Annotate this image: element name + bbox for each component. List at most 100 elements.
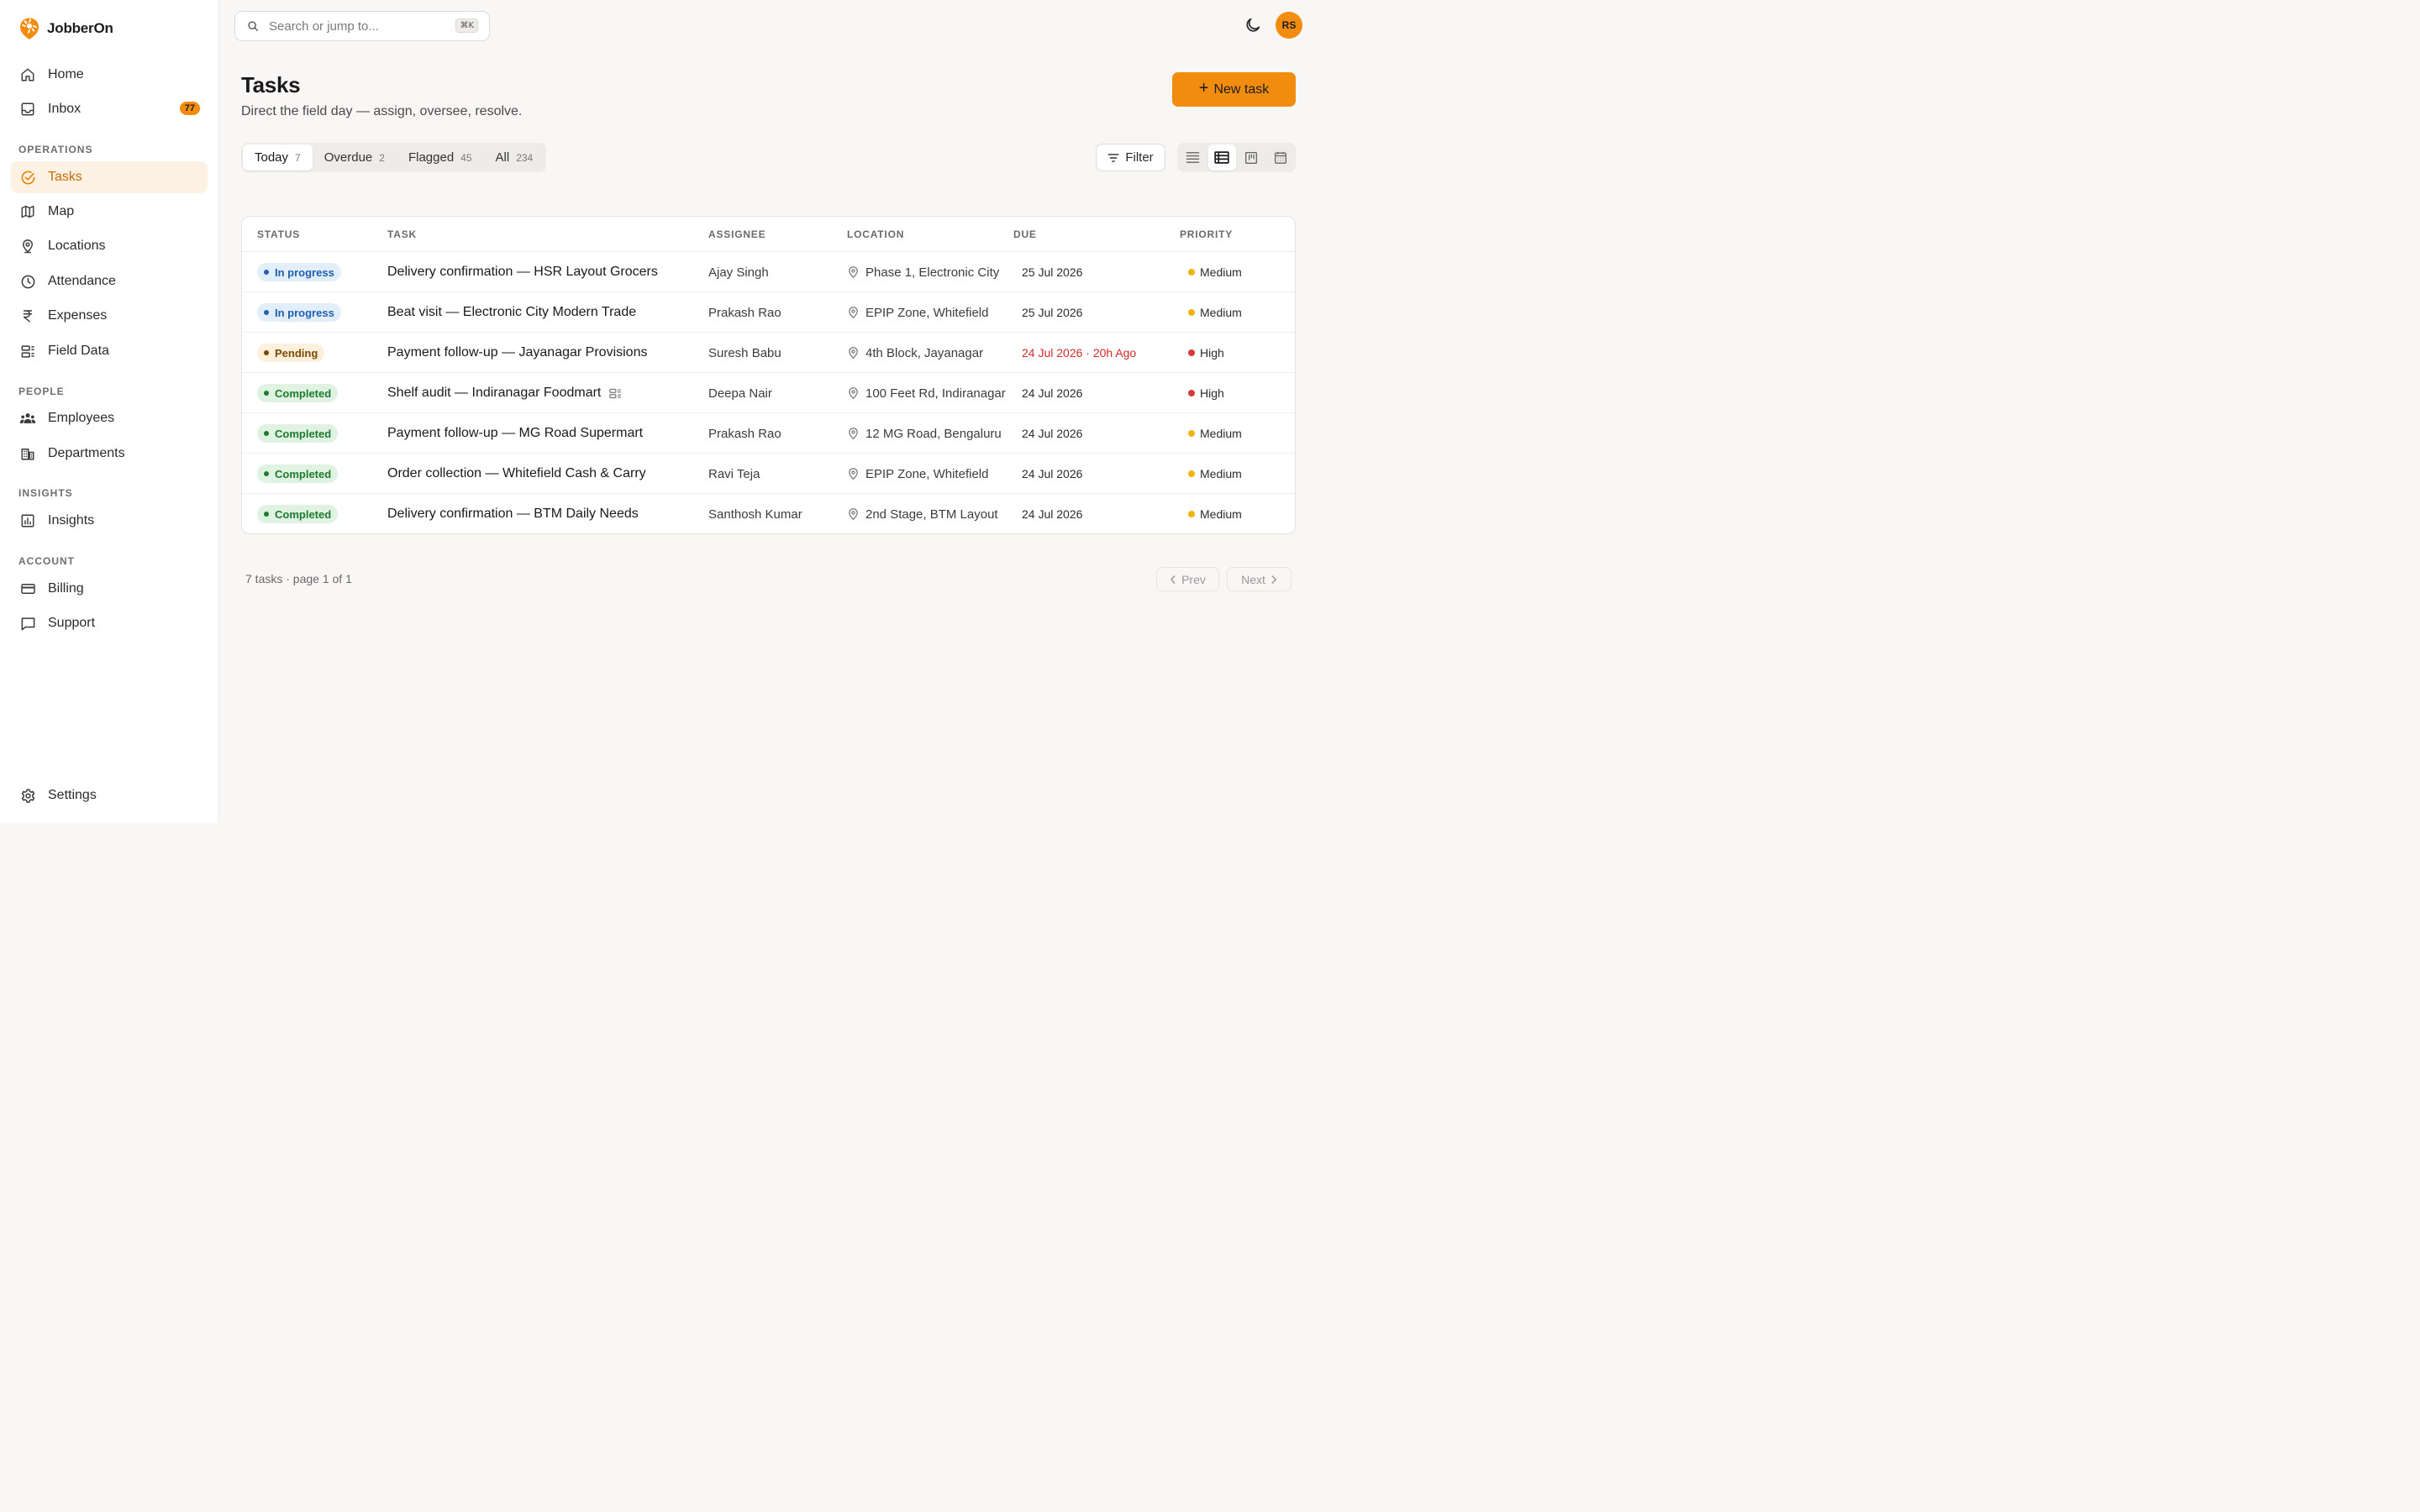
location-cell: EPIP Zone, Whitefield xyxy=(847,292,988,333)
tab-all[interactable]: All 234 xyxy=(484,144,545,171)
page-subtitle: Direct the field day — assign, oversee, … xyxy=(241,104,523,118)
priority-dot xyxy=(1188,511,1195,517)
tab-overdue[interactable]: Overdue 2 xyxy=(313,144,397,171)
map-icon xyxy=(19,203,36,220)
priority-cell: Medium xyxy=(1188,292,1242,333)
location-text: 12 MG Road, Bengaluru xyxy=(865,426,1002,441)
due-cell: 24 Jul 2026 · 20h Ago xyxy=(1022,333,1136,373)
priority-dot xyxy=(1188,430,1195,437)
status-cell: In progress xyxy=(257,292,341,333)
search-input[interactable] xyxy=(269,18,437,34)
form-icon xyxy=(19,343,36,360)
inbox-count-badge: 77 xyxy=(179,102,200,115)
location-text: 4th Block, Jayanagar xyxy=(865,345,984,360)
tab-flagged[interactable]: Flagged 45 xyxy=(397,144,484,171)
sidebar-item-label: Settings xyxy=(48,788,97,802)
column-header-task[interactable]: TASK xyxy=(387,228,417,240)
table-row[interactable]: Completed Order collection — Whitefield C… xyxy=(242,454,1295,494)
task-title[interactable]: Order collection — Whitefield Cash & Car… xyxy=(387,466,646,481)
next-label: Next xyxy=(1241,572,1265,586)
sidebar-item-field-data[interactable]: Field Data xyxy=(11,335,208,367)
location-pin-icon xyxy=(847,427,860,440)
location-pin-icon xyxy=(847,467,860,480)
sidebar-item-employees[interactable]: Employees xyxy=(11,402,208,434)
status-label: In progress xyxy=(275,306,334,319)
filter-label: Filter xyxy=(1125,150,1154,165)
column-header-due[interactable]: DUE xyxy=(1013,228,1037,240)
table-row[interactable]: Completed Payment follow-up — MG Road Sup… xyxy=(242,413,1295,454)
column-header-status[interactable]: STATUS xyxy=(257,228,300,240)
next-page-button[interactable]: Next xyxy=(1227,567,1292,591)
location-cell: 4th Block, Jayanagar xyxy=(847,333,983,373)
task-title[interactable]: Payment follow-up — MG Road Supermart xyxy=(387,426,643,441)
priority: High xyxy=(1188,346,1224,360)
priority-dot xyxy=(1188,349,1195,356)
theme-toggle-button[interactable] xyxy=(1244,16,1262,34)
priority-dot xyxy=(1188,309,1195,316)
view-calendar-button[interactable] xyxy=(1266,144,1294,171)
assignee-cell: Prakash Rao xyxy=(708,292,781,333)
sidebar-item-departments[interactable]: Departments xyxy=(11,438,208,470)
priority-label: Medium xyxy=(1200,427,1242,440)
priority-label: Medium xyxy=(1200,265,1242,279)
sidebar-item-home[interactable]: Home xyxy=(11,59,208,91)
task-title[interactable]: Shelf audit — Indiranagar Foodmart xyxy=(387,386,601,401)
location: 2nd Stage, BTM Layout xyxy=(847,507,998,522)
priority-dot xyxy=(1188,269,1195,276)
priority-cell: High xyxy=(1188,333,1224,373)
tab-today[interactable]: Today 7 xyxy=(243,144,313,171)
priority-cell: Medium xyxy=(1188,494,1242,533)
search-box[interactable]: ⌘K xyxy=(234,11,490,41)
table-row[interactable]: In progress Delivery confirmation — HSR L… xyxy=(242,252,1295,292)
view-table-button[interactable] xyxy=(1207,144,1236,171)
sidebar-item-attendance[interactable]: Attendance xyxy=(11,265,208,297)
view-switcher xyxy=(1177,143,1296,172)
task-title[interactable]: Payment follow-up — Jayanagar Provisions xyxy=(387,345,647,360)
location-text: 2nd Stage, BTM Layout xyxy=(865,507,998,522)
table-row[interactable]: Completed Shelf audit — Indiranagar Foodm… xyxy=(242,373,1295,413)
task-title[interactable]: Delivery confirmation — HSR Layout Groce… xyxy=(387,265,658,280)
location-cell: EPIP Zone, Whitefield xyxy=(847,454,988,494)
sidebar-item-settings[interactable]: Settings xyxy=(11,780,208,811)
section-label-people: PEOPLE xyxy=(18,386,65,397)
task-title[interactable]: Delivery confirmation — BTM Daily Needs xyxy=(387,507,639,522)
assignee-cell: Ravi Teja xyxy=(708,454,760,494)
column-header-location[interactable]: LOCATION xyxy=(847,228,904,240)
column-header-assignee[interactable]: ASSIGNEE xyxy=(708,228,765,240)
status-cell: Completed xyxy=(257,413,339,454)
sidebar-item-map[interactable]: Map xyxy=(11,196,208,228)
task-title[interactable]: Beat visit — Electronic City Modern Trad… xyxy=(387,305,636,320)
prev-label: Prev xyxy=(1181,572,1206,586)
inbox-icon xyxy=(19,101,36,118)
table-icon xyxy=(1214,151,1229,164)
task-cell: Order collection — Whitefield Cash & Car… xyxy=(387,454,646,494)
due-date: 24 Jul 2026 xyxy=(1022,427,1083,440)
view-board-button[interactable] xyxy=(1238,144,1265,171)
table-row[interactable]: In progress Beat visit — Electronic City … xyxy=(242,292,1295,333)
status-label: Completed xyxy=(275,386,332,400)
filter-button[interactable]: Filter xyxy=(1096,144,1165,171)
new-task-button[interactable]: + New task xyxy=(1172,72,1296,107)
sidebar-item-tasks[interactable]: Tasks xyxy=(11,161,208,193)
page-title: Tasks xyxy=(241,72,301,97)
sidebar-item-inbox[interactable]: Inbox 77 xyxy=(11,93,208,125)
status-badge: Pending xyxy=(257,344,325,362)
brand[interactable]: JobberOn xyxy=(18,17,113,40)
sidebar-item-billing[interactable]: Billing xyxy=(11,573,208,605)
view-list-button[interactable] xyxy=(1179,144,1207,171)
table-header: STATUS TASK ASSIGNEE LOCATION DUE PRIORI… xyxy=(242,217,1295,252)
table-row[interactable]: Completed Delivery confirmation — BTM Dai… xyxy=(242,494,1295,533)
prev-page-button[interactable]: Prev xyxy=(1156,567,1219,591)
table-row[interactable]: Pending Payment follow-up — Jayanagar Pro… xyxy=(242,333,1295,373)
sidebar-item-label: Insights xyxy=(48,513,95,528)
sidebar-item-expenses[interactable]: Expenses xyxy=(11,300,208,332)
status-dot xyxy=(264,512,269,517)
sidebar-item-insights[interactable]: Insights xyxy=(11,505,208,537)
priority-label: High xyxy=(1200,346,1224,360)
location-text: EPIP Zone, Whitefield xyxy=(865,466,989,481)
due-cell: 24 Jul 2026 xyxy=(1022,373,1082,413)
user-avatar[interactable]: RS xyxy=(1276,12,1302,39)
column-header-priority[interactable]: PRIORITY xyxy=(1180,228,1233,240)
sidebar-item-support[interactable]: Support xyxy=(11,607,208,639)
sidebar-item-locations[interactable]: Locations xyxy=(11,230,208,262)
